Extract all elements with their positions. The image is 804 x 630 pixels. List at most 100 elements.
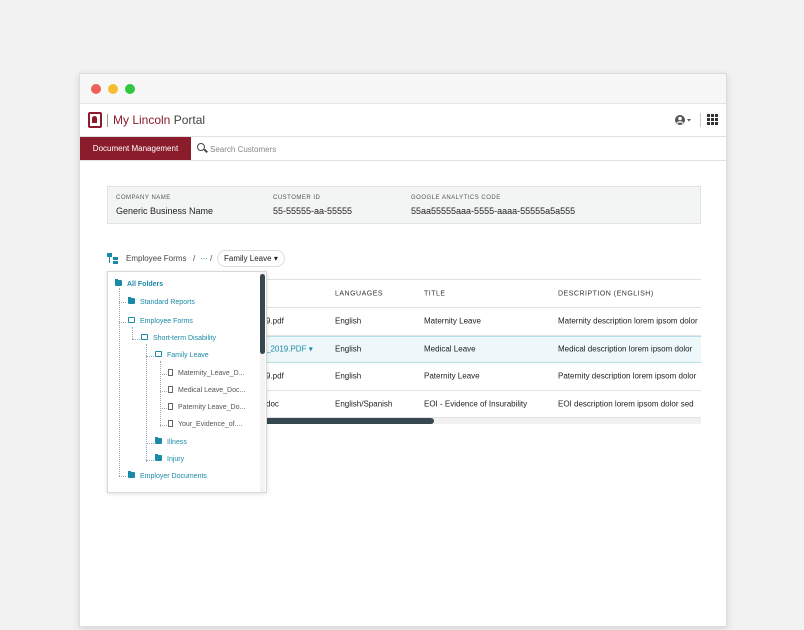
tree-node-label: Maternity_Leave_D... [178, 370, 245, 377]
table-header: LANGUAGES TITLE DESCRIPTION (ENGLISH) [259, 279, 701, 308]
title-cell: Paternity Leave [424, 371, 480, 381]
description-cell: Paternity description lorem ipsom dolor [558, 371, 697, 381]
app-title-suffix: Portal [170, 113, 206, 127]
table-row[interactable]: doc English/Spanish EOI - Evidence of In… [259, 391, 701, 418]
tree-node-label: Family Leave [167, 352, 209, 359]
language-cell: English [335, 316, 362, 326]
title-cell: Medical Leave [424, 344, 476, 354]
app-title[interactable]: My Lincoln Portal [113, 113, 205, 127]
folder-open-icon [155, 351, 162, 358]
file-name-cell[interactable]: 9.pdf [266, 317, 326, 326]
folder-icon [128, 297, 135, 305]
document-icon [168, 385, 173, 393]
app-header: My Lincoln Portal [80, 104, 726, 137]
user-icon [675, 115, 691, 125]
breadcrumb-separator: / [193, 254, 196, 263]
search-customers-input[interactable] [210, 142, 410, 156]
tree-node-family-leave[interactable]: Family Leave [155, 351, 209, 361]
breadcrumb-employee-forms[interactable]: Employee Forms [126, 254, 186, 263]
ga-code-label: GOOGLE ANALYTICS CODE [411, 195, 501, 201]
tree-node-label: Standard Reports [140, 299, 195, 306]
folder-open-icon [141, 334, 148, 341]
description-cell: Medical description lorem ipsom dolor [558, 344, 693, 354]
language-cell: English [335, 371, 362, 381]
tree-node-label: Your_Evidence_of.... [178, 421, 243, 428]
tree-node-label: Paternity Leave_Do... [178, 404, 246, 411]
folder-icon [115, 279, 122, 287]
close-window-button[interactable] [91, 84, 101, 94]
lincoln-logo-icon[interactable] [88, 112, 102, 128]
header-divider [700, 113, 701, 127]
company-name-label: COMPANY NAME [116, 195, 171, 201]
scrollbar-thumb[interactable] [259, 418, 434, 424]
table-row-selected[interactable]: _2019.PDF ▾ English Medical Leave Medica… [259, 335, 701, 363]
tree-icon[interactable] [107, 253, 118, 264]
breadcrumb-family-leave-dropdown[interactable]: Family Leave ▾ [217, 250, 285, 267]
tree-node-file[interactable]: Medical Leave_Doc... [168, 385, 246, 396]
app-title-brand: My Lincoln [113, 113, 171, 127]
tree-node-standard-reports[interactable]: Standard Reports [128, 297, 195, 308]
tree-node-label: Medical Leave_Doc... [178, 387, 246, 394]
language-cell: English/Spanish [335, 399, 393, 409]
document-icon [168, 402, 173, 410]
user-menu-button[interactable] [674, 114, 692, 129]
tab-document-management[interactable]: Document Management [80, 137, 191, 160]
chevron-down-icon[interactable]: ▾ [309, 345, 313, 354]
documents-table: LANGUAGES TITLE DESCRIPTION (ENGLISH) 9.… [259, 279, 701, 431]
ga-code-field: GOOGLE ANALYTICS CODE 55aa55555aaa-5555-… [411, 195, 575, 216]
browser-window: My Lincoln Portal Document Management CO… [79, 73, 727, 627]
grid-icon[interactable] [707, 114, 718, 125]
breadcrumb: Employee Forms / ··· / Family Leave ▾ [107, 250, 407, 268]
brand-divider [107, 114, 108, 127]
file-name-cell[interactable]: doc [266, 399, 326, 408]
breadcrumb-ellipsis[interactable]: ··· [200, 254, 208, 263]
tree-node-file[interactable]: Paternity Leave_Do... [168, 402, 246, 413]
tree-node-label: Short-term Disability [153, 335, 217, 342]
tree-node-all-folders[interactable]: All Folders [115, 279, 163, 290]
customer-id-label: CUSTOMER ID [273, 195, 321, 201]
ga-code-value: 55aa55555aaa-5555-aaaa-55555a5a555 [411, 206, 576, 216]
tree-node-label: Injury [167, 456, 185, 463]
company-name-field: COMPANY NAME Generic Business Name [116, 195, 213, 216]
search-icon [197, 143, 205, 151]
breadcrumb-current: Family Leave [224, 254, 272, 263]
folder-icon [128, 471, 135, 479]
minimize-window-button[interactable] [108, 84, 118, 94]
file-name-cell[interactable]: 9.pdf [266, 372, 326, 381]
tree-node-file[interactable]: Maternity_Leave_D... [168, 368, 245, 379]
horizontal-scrollbar[interactable] [259, 418, 701, 424]
document-icon [168, 419, 173, 427]
table-row[interactable]: 9.pdf English Maternity Leave Maternity … [259, 308, 701, 336]
tree-scrollbar-thumb[interactable] [260, 274, 265, 354]
column-header-description[interactable]: DESCRIPTION (ENGLISH) [558, 290, 701, 297]
tree-node-short-term-disability[interactable]: Short-term Disability [141, 334, 216, 344]
folder-icon [155, 437, 162, 445]
title-cell: Maternity Leave [424, 316, 481, 326]
tree-node-injury[interactable]: Injury [155, 454, 185, 465]
document-icon [168, 368, 173, 376]
table-row[interactable]: 9.pdf English Paternity Leave Paternity … [259, 363, 701, 391]
language-cell: English [335, 344, 362, 354]
title-cell: EOI - Evidence of Insurability [424, 399, 528, 409]
chevron-down-icon: ▾ [273, 254, 278, 263]
tree-node-file[interactable]: Your_Evidence_of.... [168, 419, 243, 430]
company-name-value: Generic Business Name [116, 206, 214, 216]
tree-node-label: Employee Forms [140, 318, 193, 325]
folder-tree-panel: All Folders Standard Reports Employee Fo… [107, 271, 267, 493]
file-name-text: _2019.PDF [266, 344, 307, 354]
description-cell: EOI description lorem ipsom dolor sed [558, 399, 694, 409]
maximize-window-button[interactable] [125, 84, 135, 94]
customer-id-value: 55-55555-aa-55555 [273, 206, 353, 216]
tree-node-label: Employer Documents [140, 473, 207, 480]
column-header-title[interactable]: TITLE [424, 290, 446, 297]
company-info-panel: COMPANY NAME Generic Business Name CUSTO… [107, 186, 701, 224]
tree-node-illness[interactable]: Illness [155, 437, 187, 448]
sub-navigation: Document Management [80, 137, 726, 161]
tree-node-employee-forms[interactable]: Employee Forms [128, 317, 193, 327]
folder-open-icon [128, 317, 135, 324]
column-header-languages[interactable]: LANGUAGES [335, 290, 383, 297]
customer-id-field: CUSTOMER ID 55-55555-aa-55555 [273, 195, 352, 216]
tree-node-employer-documents[interactable]: Employer Documents [128, 471, 207, 482]
file-name-cell[interactable]: _2019.PDF ▾ [266, 345, 326, 354]
description-cell: Maternity description lorem ipsom dolor [558, 316, 698, 326]
